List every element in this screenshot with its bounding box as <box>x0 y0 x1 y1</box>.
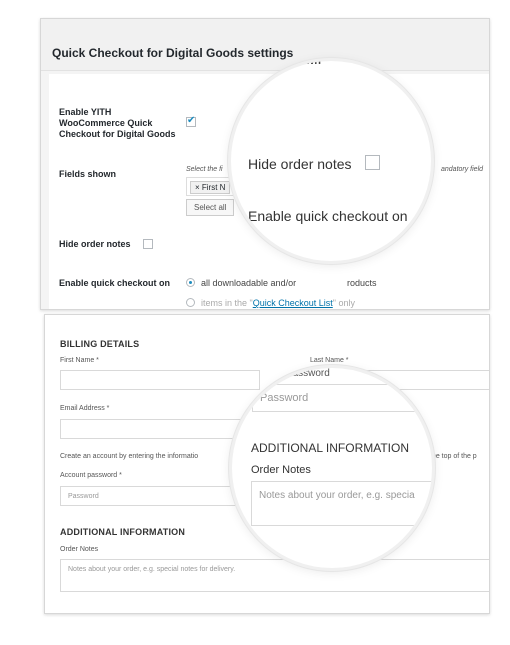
quick-checkout-on-label: Enable quick checkout on <box>59 278 171 288</box>
email-input[interactable] <box>60 419 260 439</box>
email-label: Email Address * <box>60 405 110 412</box>
account-password-input[interactable]: Password <box>60 486 260 506</box>
order-notes-label: Order Notes <box>60 546 99 553</box>
create-account-info: Create an account by entering the inform… <box>60 453 199 460</box>
order-notes-placeholder: Notes about your order, e.g. special not… <box>68 566 236 573</box>
magnifier-checkout: password Password ADDITIONAL INFORMATION… <box>229 365 435 571</box>
field-tag-first-name[interactable]: × First N <box>190 181 231 194</box>
radio-quick-checkout-list-label: items in the "Quick Checkout List" only <box>201 298 355 308</box>
magnifier-hide-order-notes-checkbox[interactable] <box>365 155 380 170</box>
magnifier-password-placeholder: Password <box>260 392 309 404</box>
radio-all-downloadable-label: all downloadable and/or <box>201 278 297 288</box>
create-account-info-right: the top of the p <box>430 453 477 460</box>
additional-info-title: ADDITIONAL INFORMATION <box>60 527 186 537</box>
hide-order-notes-label: Hide order notes <box>59 239 131 249</box>
magnifier-additional-info-title: ADDITIONAL INFORMATION <box>251 441 410 455</box>
settings-header: Quick Checkout for Digital Goods setting… <box>41 19 489 71</box>
radio-all-downloadable-label-tail: roducts <box>347 278 377 288</box>
magnifier-order-notes-placeholder: Notes about your order, e.g. specia <box>259 490 415 501</box>
first-name-label: First Name * <box>60 357 99 364</box>
fields-note: Select the fi <box>186 166 223 173</box>
fields-note-right: andatory field <box>441 166 484 173</box>
fields-shown-label: Fields shown <box>59 169 117 179</box>
order-notes-textarea[interactable]: Notes about your order, e.g. special not… <box>60 559 489 592</box>
magnifier-settings: own Hide order notes Enable quick checko… <box>228 58 434 264</box>
account-password-label: Account password * <box>60 472 122 479</box>
magnifier-password-input[interactable]: Password <box>252 384 432 412</box>
magnifier-password-label: password <box>287 368 330 379</box>
account-password-placeholder: Password <box>68 493 99 500</box>
last-name-label: Last Name * <box>310 357 349 364</box>
enable-quick-checkout-label: Enable YITH WooCommerce Quick Checkout f… <box>59 107 176 139</box>
radio-all-downloadable[interactable] <box>186 278 195 287</box>
quick-checkout-list-link[interactable]: Quick Checkout List <box>253 298 333 308</box>
select-all-button[interactable]: Select all <box>186 199 235 216</box>
hide-order-notes-checkbox[interactable] <box>143 239 153 249</box>
radio-quick-checkout-list[interactable] <box>186 298 195 307</box>
settings-title: Quick Checkout for Digital Goods setting… <box>52 46 294 60</box>
enable-quick-checkout-checkbox[interactable] <box>186 115 196 127</box>
magnifier-order-notes-label: Order Notes <box>251 464 311 476</box>
billing-details-title: BILLING DETAILS <box>60 339 140 349</box>
magnifier-order-notes-textarea[interactable]: Notes about your order, e.g. specia <box>251 481 432 526</box>
magnifier-enable-quick-checkout-label: Enable quick checkout on <box>248 208 408 224</box>
magnifier-hide-order-notes-label: Hide order notes <box>248 156 352 172</box>
first-name-input[interactable] <box>60 370 260 390</box>
